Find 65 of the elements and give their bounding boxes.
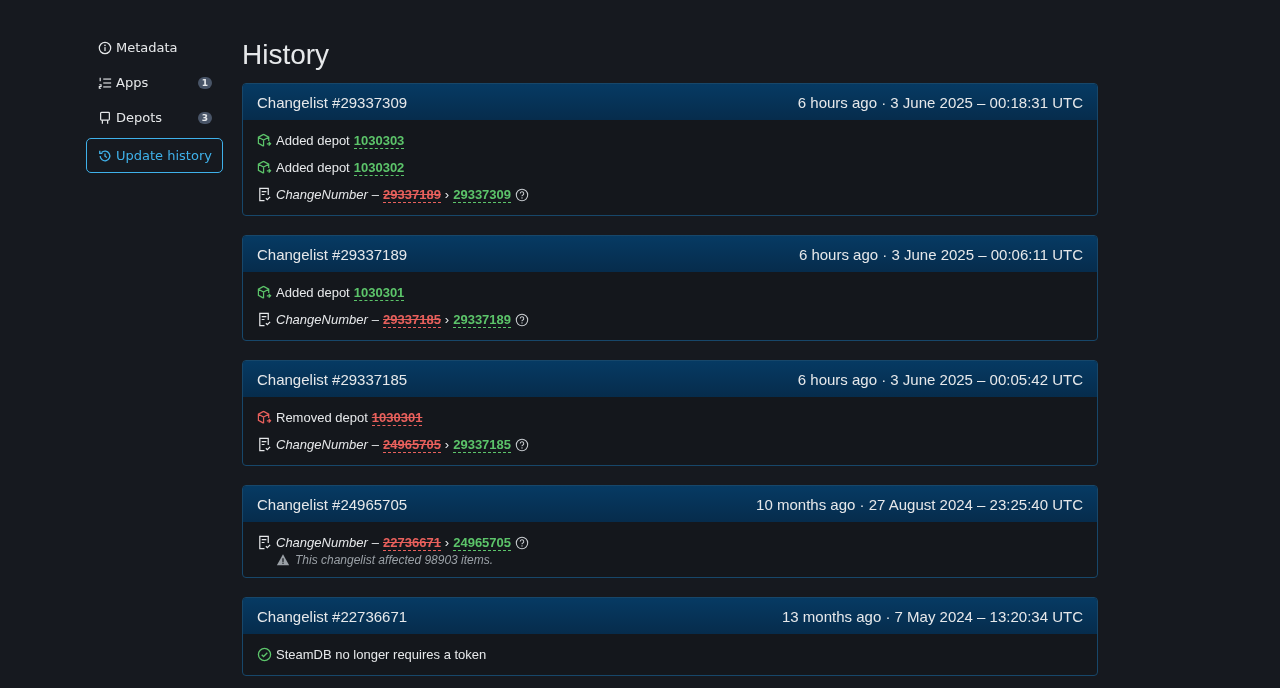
depot-link[interactable]: 1030301 (353, 284, 405, 301)
new-value: 29337309 (453, 186, 512, 203)
depot-link[interactable]: 1030303 (353, 132, 405, 149)
change-key: ChangeNumber (276, 437, 368, 452)
document-check-icon (257, 535, 272, 550)
change-key: ChangeNumber (276, 187, 368, 202)
help-icon[interactable] (515, 312, 530, 327)
changelist-time: 13 months ago · 7 May 2024 – 13:20:34 UTC (782, 607, 1083, 625)
changelist-title[interactable]: Changelist #29337309 (257, 93, 408, 111)
changelist-time: 10 months ago · 27 August 2024 – 23:25:40 UTC (756, 495, 1083, 513)
changelist-title[interactable]: Changelist #29337185 (257, 370, 408, 388)
box-removed-icon (257, 410, 272, 425)
warning-icon (276, 553, 290, 567)
old-value: 22736671 (383, 534, 441, 551)
page-title: History (242, 39, 331, 71)
entry-label: Removed depot (276, 410, 368, 425)
document-check-icon (257, 312, 272, 327)
help-icon[interactable] (515, 437, 530, 452)
changelist-title[interactable]: Changelist #22736671 (257, 607, 408, 625)
warning-text: This changelist affected 98903 items. (295, 553, 494, 567)
document-check-icon (257, 187, 272, 202)
entry-label: Added depot (276, 160, 350, 175)
change-key: ChangeNumber (276, 535, 368, 550)
separator: – (371, 437, 379, 452)
separator: – (371, 535, 379, 550)
arrow-separator: › (444, 535, 450, 550)
changelist-title[interactable]: Changelist #24965705 (257, 495, 408, 513)
box-added-icon (257, 285, 272, 300)
document-check-icon (257, 437, 272, 452)
count-badge: 1 (197, 76, 212, 89)
changelist-time: 6 hours ago · 3 June 2025 – 00:06:11 UTC (798, 245, 1083, 263)
sidebar-item[interactable]: Depots 3 (86, 103, 223, 132)
separator: – (371, 312, 379, 327)
entry-label: Added depot (276, 133, 350, 148)
info-icon (98, 40, 112, 55)
new-value: 29337189 (453, 311, 512, 328)
entry-label: Added depot (276, 285, 350, 300)
depot-link[interactable]: 1030301 (371, 409, 423, 426)
help-icon[interactable] (515, 187, 530, 202)
arrow-separator: › (444, 312, 450, 327)
old-value: 29337185 (383, 311, 441, 328)
numbered-list-icon (98, 75, 112, 90)
depot-link[interactable]: 1030302 (353, 159, 405, 176)
server-icon (98, 110, 112, 125)
changelist-time: 6 hours ago · 3 June 2025 – 00:05:42 UTC (797, 370, 1083, 388)
count-badge: 3 (197, 111, 212, 124)
new-value: 29337185 (453, 436, 512, 453)
sidebar-item[interactable]: Metadata (86, 33, 223, 62)
arrow-separator: › (444, 437, 450, 452)
changelist-time: 6 hours ago · 3 June 2025 – 00:18:31 UTC (797, 93, 1083, 111)
old-value: 24965705 (383, 436, 441, 453)
history-icon (98, 148, 112, 163)
sidebar-item[interactable]: Update history (86, 138, 223, 173)
change-key: ChangeNumber (276, 312, 368, 327)
box-added-icon (257, 133, 272, 148)
check-circle-icon (257, 647, 272, 662)
separator: – (371, 187, 379, 202)
notice-text: SteamDB no longer requires a token (276, 647, 487, 662)
arrow-separator: › (444, 187, 450, 202)
sidebar-item[interactable]: Apps 1 (86, 68, 223, 97)
changelist-title[interactable]: Changelist #29337189 (257, 245, 408, 263)
box-added-icon (257, 160, 272, 175)
new-value: 24965705 (453, 534, 512, 551)
help-icon[interactable] (515, 535, 530, 550)
old-value: 29337189 (383, 186, 441, 203)
